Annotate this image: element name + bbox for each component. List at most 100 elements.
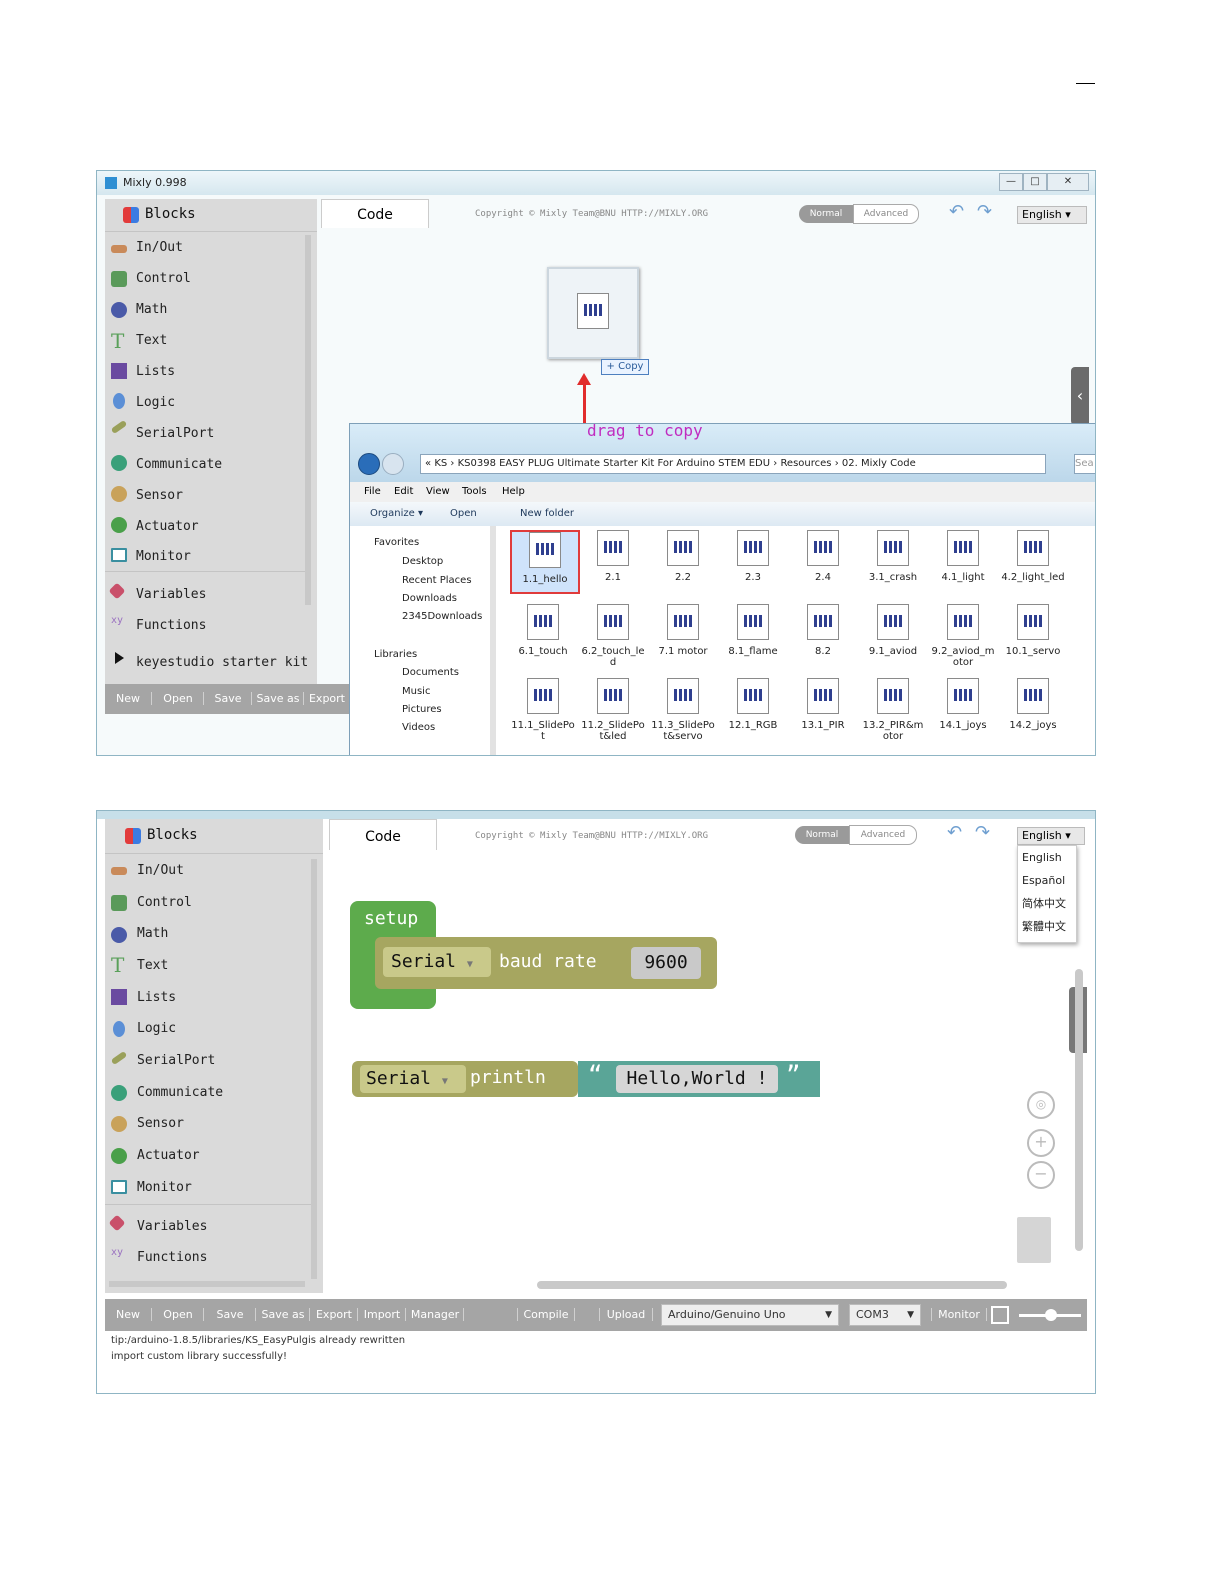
forward-icon[interactable] (382, 453, 404, 475)
manager-button[interactable]: Manager (407, 1308, 464, 1321)
file-item[interactable]: 7.1 motor (650, 604, 716, 664)
workspace-vscroll[interactable] (1075, 969, 1083, 1251)
nav-downloads[interactable]: Downloads (402, 593, 457, 604)
lang-option-zh-hant[interactable]: 繁體中文 (1018, 915, 1076, 938)
breadcrumb-resources[interactable]: Resources (780, 458, 831, 469)
lang-option-zh-hans[interactable]: 简体中文 (1018, 892, 1076, 915)
sidebar-scrollbar[interactable] (311, 859, 317, 1279)
breadcrumb-back[interactable]: « (425, 458, 431, 469)
file-item[interactable]: 3.1_crash (860, 530, 926, 590)
undo-icon[interactable]: ↶ (949, 201, 964, 222)
file-item[interactable]: 8.2 (790, 604, 856, 664)
category-control[interactable]: Control (136, 271, 191, 286)
file-item[interactable]: 12.1_RGB (720, 678, 786, 738)
redo-icon[interactable]: ↷ (975, 822, 990, 843)
category-variables[interactable]: Variables (137, 1219, 207, 1234)
file-item[interactable]: 2.4 (790, 530, 856, 590)
baud-value-input[interactable]: 9600 (631, 947, 701, 979)
lang-option-espanol[interactable]: Español (1018, 869, 1076, 892)
file-item[interactable]: 2.3 (720, 530, 786, 590)
category-inout[interactable]: In/Out (137, 863, 184, 878)
monitor-button[interactable]: Monitor (931, 1308, 987, 1321)
file-item[interactable]: 14.1_joys (930, 678, 996, 738)
new-folder-button[interactable]: New folder (520, 508, 574, 519)
breadcrumb-ks[interactable]: KS (434, 458, 447, 469)
file-item[interactable]: 9.1_aviod (860, 604, 926, 664)
serial-begin-block[interactable]: Serial ▼ baud rate 9600 (375, 937, 717, 989)
category-text[interactable]: Text (136, 333, 167, 348)
menu-tools[interactable]: Tools (462, 486, 487, 497)
address-bar[interactable]: « KS › KS0398 EASY PLUG Ultimate Starter… (420, 454, 1046, 474)
lang-option-english[interactable]: English (1018, 846, 1076, 869)
save-as-button[interactable]: Save as (253, 692, 304, 705)
zoom-out-icon[interactable]: − (1027, 1161, 1055, 1189)
category-keyestudio[interactable]: keyestudio starter kit (136, 655, 308, 670)
new-button[interactable]: New (105, 692, 152, 705)
category-lists[interactable]: Lists (136, 364, 175, 379)
organize-button[interactable]: Organize ▾ (370, 508, 423, 519)
category-serialport[interactable]: SerialPort (137, 1053, 215, 1068)
trash-icon[interactable] (1017, 1217, 1051, 1263)
side-panel-handle[interactable]: ‹ (1071, 367, 1089, 425)
export-button[interactable]: Export (305, 692, 349, 705)
file-item[interactable]: 11.1_SlidePot (510, 678, 576, 742)
category-control[interactable]: Control (137, 895, 192, 910)
import-button[interactable]: Import (359, 1308, 406, 1321)
nav-music[interactable]: Music (402, 686, 430, 697)
open-button[interactable]: Open (153, 1308, 204, 1321)
file-item[interactable]: 6.1_touch (510, 604, 576, 664)
breadcrumb-kit[interactable]: KS0398 EASY PLUG Ultimate Starter Kit Fo… (458, 458, 771, 469)
sidebar-hscroll[interactable] (109, 1281, 305, 1287)
file-item[interactable]: 14.2_joys (1000, 678, 1066, 738)
workspace-hscroll[interactable] (537, 1281, 1007, 1289)
menu-view[interactable]: View (426, 486, 450, 497)
file-item[interactable]: 4.2_light_led (1000, 530, 1066, 590)
file-item[interactable]: 10.1_servo (1000, 604, 1066, 664)
category-sensor[interactable]: Sensor (137, 1116, 184, 1131)
export-button[interactable]: Export (311, 1308, 358, 1321)
category-communicate[interactable]: Communicate (136, 457, 222, 472)
text-value-input[interactable]: Hello,World ! (616, 1065, 778, 1093)
file-item[interactable]: 1.1_hello (510, 530, 580, 594)
category-monitor[interactable]: Monitor (136, 549, 191, 564)
nav-libraries[interactable]: Libraries (374, 649, 417, 660)
category-variables[interactable]: Variables (136, 587, 206, 602)
serial-dropdown-2[interactable]: Serial ▼ (360, 1065, 466, 1093)
mode-advanced-toggle[interactable]: Advanced (849, 825, 917, 845)
category-logic[interactable]: Logic (137, 1021, 176, 1036)
maximize-button[interactable]: □ (1023, 173, 1047, 191)
sidebar-scrollbar[interactable] (305, 235, 311, 605)
close-button[interactable]: ✕ (1047, 173, 1089, 191)
file-item[interactable]: 9.2_aviod_motor (930, 604, 996, 668)
serial-dropdown[interactable]: Serial ▼ (383, 947, 491, 977)
mode-normal-toggle[interactable]: Normal (795, 826, 849, 844)
category-actuator[interactable]: Actuator (136, 519, 199, 534)
new-button[interactable]: New (105, 1308, 152, 1321)
search-field[interactable]: Sea (1074, 454, 1095, 474)
file-item[interactable]: 2.1 (580, 530, 646, 590)
undo-icon[interactable]: ↶ (947, 822, 962, 843)
nav-favorites[interactable]: Favorites (374, 537, 419, 548)
nav-recent[interactable]: Recent Places (402, 575, 472, 586)
language-select[interactable]: English ▾ (1017, 827, 1085, 845)
open-file-button[interactable]: Open (450, 508, 477, 519)
category-communicate[interactable]: Communicate (137, 1085, 223, 1100)
menu-file[interactable]: File (364, 486, 381, 497)
category-functions[interactable]: Functions (136, 618, 206, 633)
zoom-in-icon[interactable]: + (1027, 1129, 1055, 1157)
expand-arrow-icon[interactable] (115, 652, 124, 664)
category-sensor[interactable]: Sensor (136, 488, 183, 503)
compile-button[interactable]: Compile (517, 1308, 575, 1321)
tab-code[interactable]: Code (329, 819, 437, 850)
tab-code[interactable]: Code (321, 199, 429, 228)
file-item[interactable]: 6.2_touch_led (580, 604, 646, 668)
nav-scrollbar[interactable] (490, 526, 496, 755)
redo-icon[interactable]: ↷ (977, 201, 992, 222)
category-lists[interactable]: Lists (137, 990, 176, 1005)
mode-normal-toggle[interactable]: Normal (799, 205, 853, 223)
file-item[interactable]: 13.1_PIR (790, 678, 856, 738)
zoom-slider-thumb[interactable] (1045, 1309, 1057, 1321)
nav-videos[interactable]: Videos (402, 722, 435, 733)
nav-desktop[interactable]: Desktop (402, 556, 443, 567)
file-item[interactable]: 2.2 (650, 530, 716, 590)
